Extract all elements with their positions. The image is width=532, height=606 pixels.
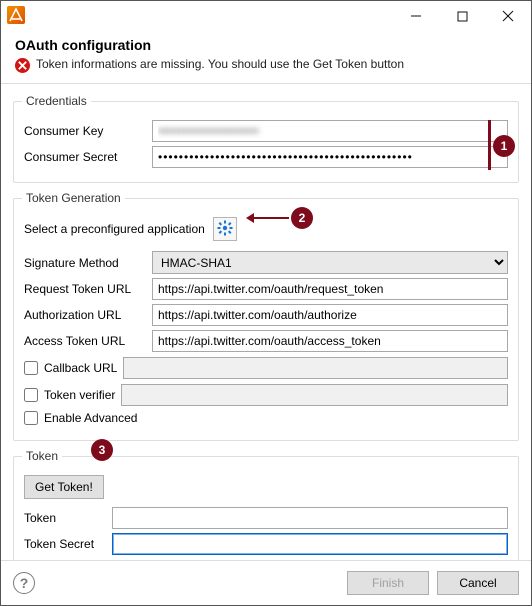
consumer-key-label: Consumer Key xyxy=(24,124,144,138)
enable-advanced-label: Enable Advanced xyxy=(44,411,137,425)
token-secret-label: Token Secret xyxy=(24,537,104,551)
token-legend: Token xyxy=(22,449,62,463)
callback-url-input xyxy=(123,357,508,379)
authorization-url-label: Authorization URL xyxy=(24,308,144,322)
consumer-key-input[interactable] xyxy=(152,120,508,142)
access-token-url-label: Access Token URL xyxy=(24,334,144,348)
preconfig-gear-button[interactable] xyxy=(213,217,237,241)
signature-method-label: Signature Method xyxy=(24,256,144,270)
finish-button[interactable]: Finish xyxy=(347,571,429,595)
app-icon xyxy=(7,6,25,24)
token-generation-legend: Token Generation xyxy=(22,191,125,205)
consumer-secret-label: Consumer Secret xyxy=(24,150,144,164)
consumer-secret-input[interactable] xyxy=(152,146,508,168)
credentials-group: Credentials Consumer Key Consumer Secret xyxy=(13,94,519,183)
close-button[interactable] xyxy=(485,1,531,31)
token-verifier-checkbox[interactable] xyxy=(24,388,38,402)
token-verifier-label: Token verifier xyxy=(44,388,115,402)
token-secret-input[interactable] xyxy=(112,533,508,555)
gear-icon xyxy=(217,220,233,239)
cancel-button[interactable]: Cancel xyxy=(437,571,519,595)
dialog-content: Credentials Consumer Key Consumer Secret… xyxy=(1,84,531,560)
signature-method-select[interactable]: HMAC-SHA1 xyxy=(152,251,508,274)
dialog-window: OAuth configuration Token informations a… xyxy=(0,0,532,606)
preconfig-label: Select a preconfigured application xyxy=(24,222,205,236)
maximize-button[interactable] xyxy=(439,1,485,31)
callback-url-checkbox[interactable] xyxy=(24,361,38,375)
enable-advanced-checkbox[interactable] xyxy=(24,411,38,425)
token-generation-group: Token Generation Select a preconfigured … xyxy=(13,191,519,441)
titlebar xyxy=(1,1,531,31)
error-icon xyxy=(15,58,30,73)
token-label: Token xyxy=(24,511,104,525)
dialog-title: OAuth configuration xyxy=(15,37,517,53)
callback-url-label: Callback URL xyxy=(44,361,117,375)
dialog-header: OAuth configuration Token informations a… xyxy=(1,31,531,77)
request-token-url-label: Request Token URL xyxy=(24,282,144,296)
access-token-url-input[interactable] xyxy=(152,330,508,352)
token-verifier-input xyxy=(121,384,508,406)
token-group: Token Get Token! Token Token Secret xyxy=(13,449,519,560)
dialog-footer: ? Finish Cancel xyxy=(1,560,531,605)
help-icon[interactable]: ? xyxy=(13,572,35,594)
minimize-button[interactable] xyxy=(393,1,439,31)
token-input[interactable] xyxy=(112,507,508,529)
error-message: Token informations are missing. You shou… xyxy=(36,57,404,71)
authorization-url-input[interactable] xyxy=(152,304,508,326)
request-token-url-input[interactable] xyxy=(152,278,508,300)
get-token-button[interactable]: Get Token! xyxy=(24,475,104,499)
error-row: Token informations are missing. You shou… xyxy=(15,57,517,73)
credentials-legend: Credentials xyxy=(22,94,91,108)
